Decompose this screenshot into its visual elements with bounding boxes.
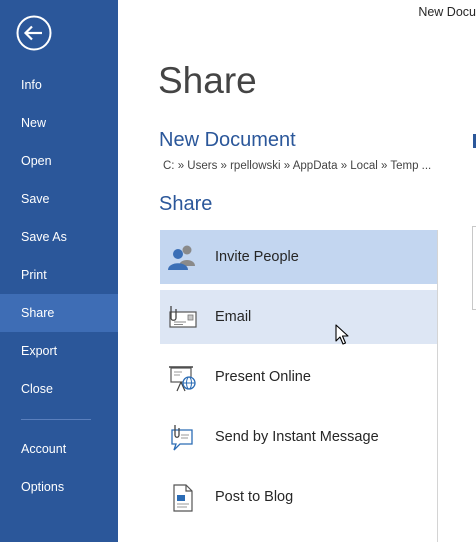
document-path: C: » Users » rpellowski » AppData » Loca… (163, 160, 432, 172)
document-name: New Document (159, 129, 296, 151)
present-online-icon (166, 362, 198, 394)
share-option-label: Invite People (215, 249, 299, 265)
right-panel-box (472, 226, 476, 310)
sidebar-item-share[interactable]: Share (0, 294, 118, 332)
sidebar-item-info[interactable]: Info (0, 66, 118, 104)
back-button[interactable] (16, 15, 52, 51)
share-option-post-to-blog[interactable]: Post to Blog (160, 470, 437, 524)
email-icon (166, 302, 198, 334)
options-divider (437, 230, 438, 542)
sidebar-item-save-as[interactable]: Save As (0, 218, 118, 256)
share-option-label: Email (215, 309, 252, 325)
back-arrow-icon (16, 15, 52, 51)
share-option-present-online[interactable]: Present Online (160, 350, 437, 404)
sidebar-item-account[interactable]: Account (0, 430, 118, 468)
blog-icon (166, 482, 198, 514)
sidebar-item-save[interactable]: Save (0, 180, 118, 218)
sidebar-item-close[interactable]: Close (0, 370, 118, 408)
people-icon (166, 242, 198, 274)
share-option-label: Post to Blog (215, 489, 294, 505)
backstage-sidebar: Info New Open Save Save As Print Share E… (0, 0, 118, 542)
sidebar-item-new[interactable]: New (0, 104, 118, 142)
sidebar-item-export[interactable]: Export (0, 332, 118, 370)
sidebar-item-options[interactable]: Options (0, 468, 118, 506)
instant-message-icon (166, 422, 198, 454)
share-option-label: Present Online (215, 369, 311, 385)
page-title: Share (158, 60, 257, 101)
window-title: New Docu (418, 5, 476, 19)
sidebar-item-print[interactable]: Print (0, 256, 118, 294)
share-option-instant-message[interactable]: Send by Instant Message (160, 410, 437, 464)
share-option-invite-people[interactable]: Invite People (160, 230, 437, 284)
sidebar-divider (21, 419, 91, 420)
section-title: Share (159, 193, 213, 215)
share-option-label: Send by Instant Message (215, 429, 379, 445)
share-option-email[interactable]: Email (160, 290, 437, 344)
mouse-cursor-icon (335, 324, 349, 345)
sidebar-item-open[interactable]: Open (0, 142, 118, 180)
